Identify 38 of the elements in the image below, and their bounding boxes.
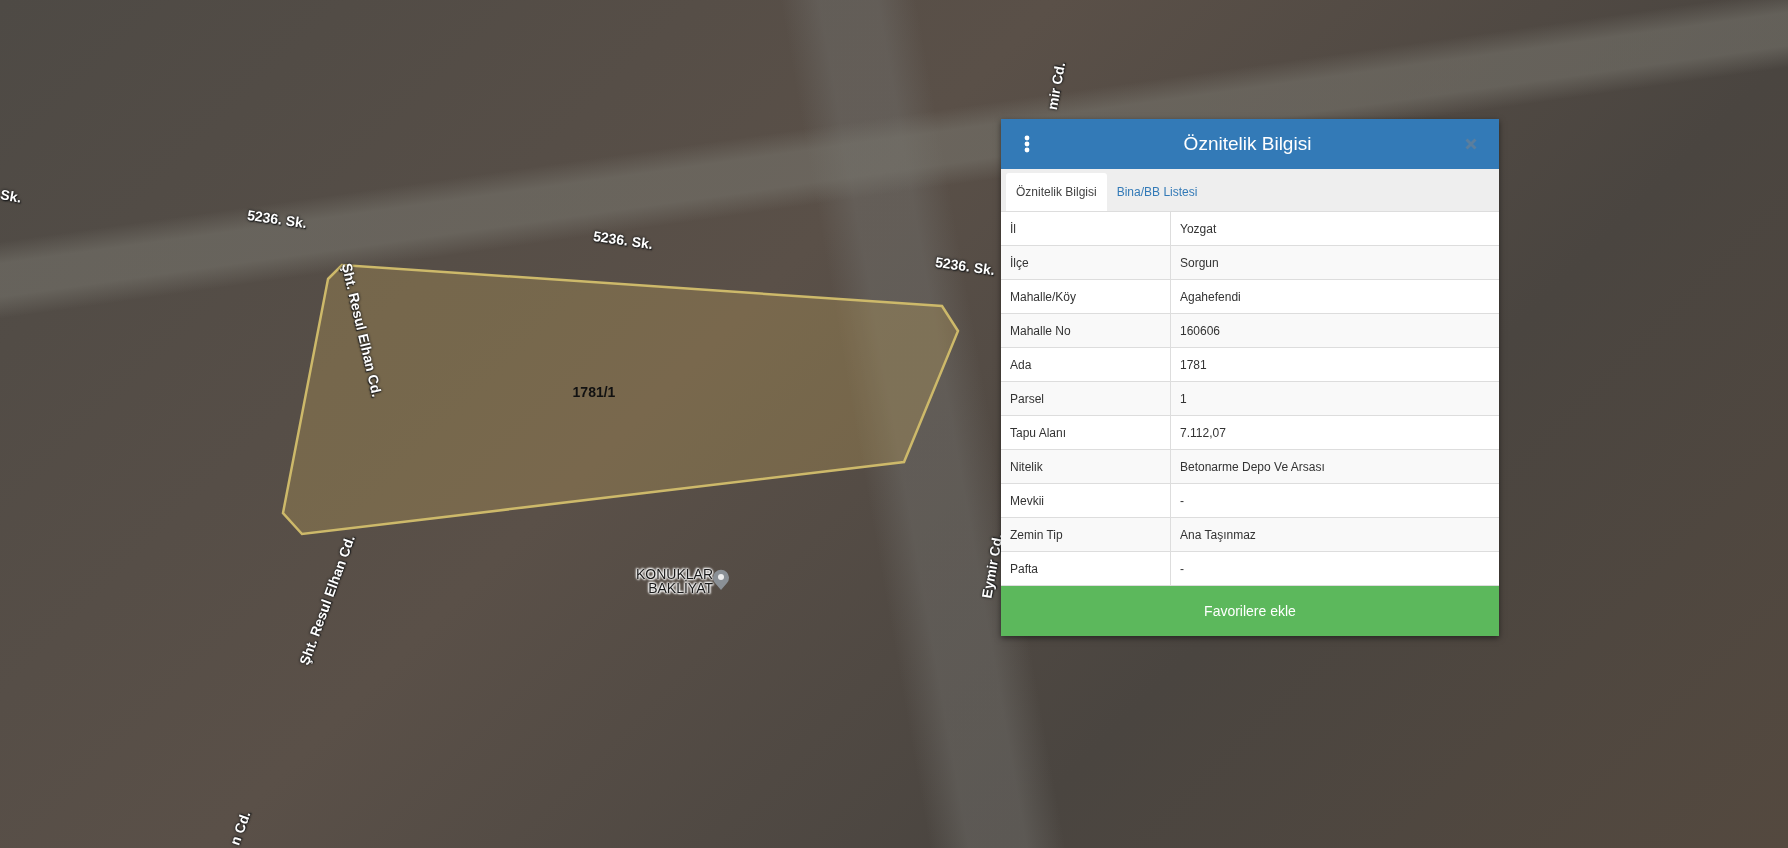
attribute-name-cell: Mahalle/Köy	[1001, 280, 1171, 313]
attribute-value-cell-text: 160606	[1179, 322, 1222, 340]
attribute-name-cell: Tapu Alanı	[1001, 416, 1171, 449]
street-label: Sk.	[0, 186, 23, 206]
menu-icon[interactable]	[1024, 135, 1030, 153]
attribute-value-cell-text: 1	[1179, 390, 1188, 408]
attribute-name-cell: Ada	[1001, 348, 1171, 381]
tab[interactable]: Öznitelik Bilgisi	[1006, 173, 1107, 211]
attribute-name-cell: Zemin Tip	[1001, 518, 1171, 551]
street-label: Şht. Resul Elhan Cd.	[296, 532, 358, 668]
attribute-value-cell-text: -	[1179, 560, 1185, 578]
attribute-name-cell: Pafta	[1001, 552, 1171, 585]
add-to-favorites-button[interactable]: Favorilere ekle	[1001, 586, 1499, 636]
map-pin-icon[interactable]	[712, 569, 730, 591]
street-label: mir Cd.	[1043, 60, 1069, 112]
street-label: Şht. Resul Elhan Cd.	[338, 261, 386, 399]
tab[interactable]: Bina/BB Listesi	[1106, 173, 1208, 211]
attribute-value-cell-text: Betonarme Depo Ve Arsası	[1179, 458, 1326, 476]
attribute-name-cell: Nitelik	[1001, 450, 1171, 483]
attribute-value-cell-text: 1781	[1179, 356, 1208, 374]
attribute-name-cell: Mahalle No	[1001, 314, 1171, 347]
attribute-value-cell-text: 7.112,07	[1179, 424, 1227, 442]
street-label: 5236. Sk.	[592, 227, 654, 253]
attribute-value-cell-text: Sorgun	[1179, 254, 1220, 272]
place-label: KONUKLAR BAKLİYAT	[634, 567, 713, 595]
parcel-number-label: 1781/1	[572, 384, 616, 400]
attribute-value-cell-text: Agahefendi	[1179, 288, 1242, 306]
attribute-name-cell: İlçe	[1001, 246, 1171, 279]
attribute-value-cell-text: Yozgat	[1179, 220, 1218, 238]
street-label: 5236. Sk.	[246, 206, 308, 232]
attribute-value-cell-text: Ana Taşınmaz	[1179, 526, 1257, 544]
attribute-name-cell: Parsel	[1001, 382, 1171, 415]
attribute-value-cell-text: -	[1179, 492, 1185, 510]
attribute-name-cell: İl	[1001, 212, 1171, 245]
panel-title: Öznitelik Bilgisi	[1182, 133, 1313, 155]
street-label: n Cd.	[226, 808, 254, 848]
street-label: 5236. Sk.	[934, 253, 996, 279]
attribute-name-cell: Mevkii	[1001, 484, 1171, 517]
